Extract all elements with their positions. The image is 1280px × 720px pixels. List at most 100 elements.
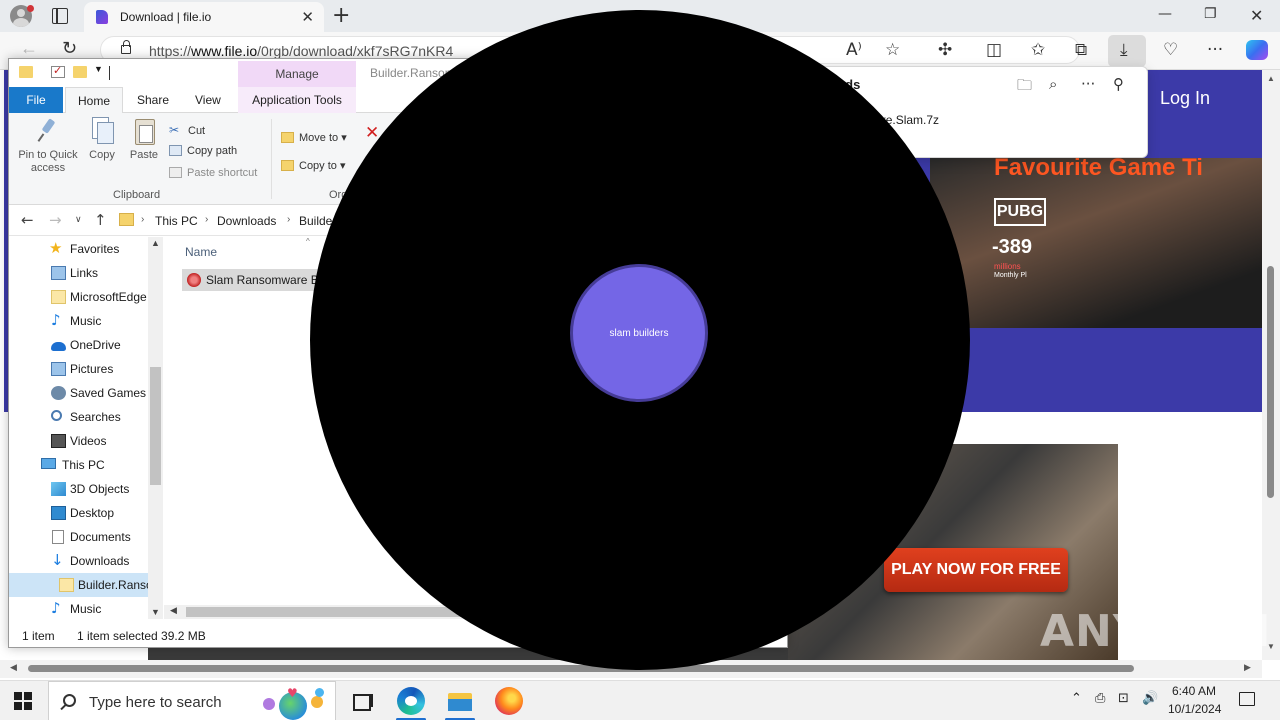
collections-icon[interactable]: ⧉ bbox=[1075, 40, 1087, 60]
tab-close-icon[interactable]: ✕ bbox=[301, 8, 314, 26]
nav-desktop[interactable]: Desktop bbox=[9, 501, 163, 525]
page-scroll-thumb[interactable] bbox=[1267, 266, 1274, 498]
browser-essentials-icon[interactable]: ♡ bbox=[1163, 40, 1178, 60]
tab-view[interactable]: View bbox=[195, 93, 221, 107]
tab-actions-icon[interactable] bbox=[52, 8, 68, 24]
page-vertical-scrollbar[interactable]: ▲ ▼ bbox=[1262, 70, 1280, 660]
ransomware-overlay-circle[interactable]: slam builders bbox=[310, 10, 970, 670]
page-hscroll-thumb[interactable] bbox=[28, 665, 1134, 672]
start-windows-icon[interactable] bbox=[14, 692, 32, 710]
scroll-up-icon[interactable]: ▲ bbox=[1267, 74, 1275, 83]
scroll-up-icon[interactable]: ▲ bbox=[151, 238, 160, 248]
play-now-button[interactable]: PLAY NOW FOR FREE bbox=[884, 548, 1068, 592]
nav-videos[interactable]: Videos bbox=[9, 429, 163, 453]
more-options-icon[interactable]: ··· bbox=[1081, 75, 1095, 93]
search-highlight-art-icon[interactable]: ♥ bbox=[263, 686, 333, 720]
cut-button[interactable]: ✂ Cut bbox=[169, 123, 205, 137]
open-folder-icon[interactable]: 🗀 bbox=[1017, 75, 1032, 100]
breadcrumb-separator[interactable]: › bbox=[205, 214, 208, 225]
chevron-up-icon[interactable]: ⌃ bbox=[1071, 691, 1082, 706]
more-icon[interactable]: ··· bbox=[1207, 40, 1223, 60]
breadcrumb-separator[interactable]: › bbox=[287, 214, 290, 225]
copy-to-button[interactable]: Copy to ▾ bbox=[281, 159, 346, 172]
pin-icon[interactable]: ⚲ bbox=[1113, 75, 1124, 93]
window-close-button[interactable]: ✕ bbox=[1250, 6, 1263, 25]
move-to-button[interactable]: Move to ▾ bbox=[281, 131, 347, 144]
new-tab-button[interactable]: + bbox=[332, 3, 350, 28]
nav-pane-scrollbar[interactable]: ▲ ▼ bbox=[148, 237, 163, 619]
nav-searches[interactable]: Searches bbox=[9, 405, 163, 429]
reload-icon[interactable]: ↻ bbox=[62, 38, 77, 59]
scroll-left-icon[interactable]: ◀ bbox=[170, 605, 177, 616]
forward-arrow-icon[interactable]: → bbox=[49, 211, 62, 229]
back-arrow-icon[interactable]: ← bbox=[21, 211, 34, 229]
login-link[interactable]: Log In bbox=[1160, 88, 1210, 109]
meet-now-icon[interactable]: ⎙ bbox=[1095, 691, 1105, 706]
breadcrumb-separator[interactable]: › bbox=[141, 214, 144, 225]
breadcrumb-downloads[interactable]: Downloads bbox=[217, 214, 276, 228]
new-folder-icon[interactable] bbox=[73, 66, 87, 78]
favorites-icon[interactable]: ✩ bbox=[1031, 40, 1045, 60]
column-header-name[interactable]: Name bbox=[185, 245, 217, 259]
firefox-icon[interactable] bbox=[495, 687, 523, 715]
clock-time[interactable]: 6:40 AM bbox=[1172, 684, 1216, 698]
copilot-icon[interactable] bbox=[1246, 40, 1268, 60]
extensions-icon[interactable]: ✣ bbox=[938, 40, 952, 60]
scroll-left-icon[interactable]: ◀ bbox=[10, 662, 17, 673]
lock-icon[interactable] bbox=[121, 40, 131, 54]
nav-music-2[interactable]: ♪ Music bbox=[9, 597, 163, 619]
nav-scroll-thumb[interactable] bbox=[150, 367, 161, 485]
tab-file[interactable]: File bbox=[9, 87, 63, 113]
nav-3d-objects[interactable]: 3D Objects bbox=[9, 477, 163, 501]
browser-tab-active[interactable]: Download | file.io ✕ bbox=[84, 2, 324, 32]
clock-date[interactable]: 10/1/2024 bbox=[1168, 702, 1221, 716]
volume-icon[interactable]: 🔊 bbox=[1142, 691, 1158, 706]
search-downloads-icon[interactable]: ⌕ bbox=[1049, 75, 1057, 93]
window-minimize-button[interactable]: — bbox=[1158, 6, 1172, 22]
downloads-button[interactable]: ⤓ bbox=[1108, 35, 1146, 67]
nav-links[interactable]: Links bbox=[9, 261, 163, 285]
nav-this-pc[interactable]: This PC bbox=[9, 453, 163, 477]
read-aloud-icon[interactable]: A⁾ bbox=[846, 40, 862, 60]
quick-access-dropdown-icon[interactable]: ▼ bbox=[94, 64, 108, 76]
up-arrow-icon[interactable]: ↑ bbox=[94, 211, 107, 229]
scroll-right-icon[interactable]: ▶ bbox=[1244, 662, 1251, 673]
paste-button[interactable]: Paste bbox=[127, 117, 161, 162]
scroll-down-icon[interactable]: ▼ bbox=[151, 607, 160, 617]
nav-favorites[interactable]: ★ Favorites bbox=[9, 237, 163, 261]
network-icon[interactable]: ⊡ bbox=[1118, 691, 1129, 706]
favorite-star-icon[interactable]: ☆ bbox=[885, 40, 900, 60]
nav-onedrive[interactable]: OneDrive bbox=[9, 333, 163, 357]
nav-builder-folder[interactable]: Builder.Ransomware.Slam bbox=[9, 573, 163, 597]
copy-path-button[interactable]: Copy path bbox=[169, 145, 237, 157]
nav-documents[interactable]: Documents bbox=[9, 525, 163, 549]
folder-icon bbox=[59, 578, 74, 592]
manage-contextual-tab[interactable]: Manage bbox=[238, 61, 356, 87]
task-view-icon[interactable] bbox=[349, 687, 377, 715]
back-arrow-icon[interactable]: ← bbox=[20, 38, 38, 59]
properties-icon[interactable] bbox=[51, 64, 65, 78]
file-explorer-icon[interactable] bbox=[446, 687, 474, 715]
breadcrumb-this-pc[interactable]: This PC bbox=[155, 214, 198, 228]
nav-microsoftedge[interactable]: MicrosoftEdge bbox=[9, 285, 163, 309]
tab-share[interactable]: Share bbox=[137, 93, 169, 107]
game-banner-ad[interactable]: Favourite Game Ti PUBG -389 millions Mon… bbox=[930, 158, 1262, 328]
recent-dropdown-icon[interactable]: ∨ bbox=[75, 215, 82, 225]
tab-home[interactable]: Home bbox=[65, 87, 123, 114]
taskbar-search-box[interactable]: Type here to search ♥ bbox=[48, 681, 336, 720]
slam-builders-button[interactable]: slam builders bbox=[570, 264, 708, 402]
nav-saved-games[interactable]: Saved Games bbox=[9, 381, 163, 405]
copy-button[interactable]: Copy bbox=[85, 117, 119, 162]
url-text[interactable]: https://www.file.io/0rgb/download/xkf7sR… bbox=[149, 43, 453, 59]
pin-to-quick-access-button[interactable]: Pin to Quick access bbox=[15, 117, 81, 175]
clipboard-group-label: Clipboard bbox=[113, 189, 161, 201]
split-screen-icon[interactable]: ◫ bbox=[986, 40, 1002, 60]
tab-application-tools[interactable]: Application Tools bbox=[238, 87, 356, 113]
nav-music[interactable]: ♪ Music bbox=[9, 309, 163, 333]
notification-icon[interactable] bbox=[1239, 692, 1255, 706]
window-restore-button[interactable]: ❐ bbox=[1204, 6, 1217, 22]
paste-shortcut-button[interactable]: Paste shortcut bbox=[169, 167, 257, 179]
nav-downloads[interactable]: ↓ Downloads bbox=[9, 549, 163, 573]
nav-pictures[interactable]: Pictures bbox=[9, 357, 163, 381]
edge-browser-icon[interactable] bbox=[397, 687, 425, 715]
